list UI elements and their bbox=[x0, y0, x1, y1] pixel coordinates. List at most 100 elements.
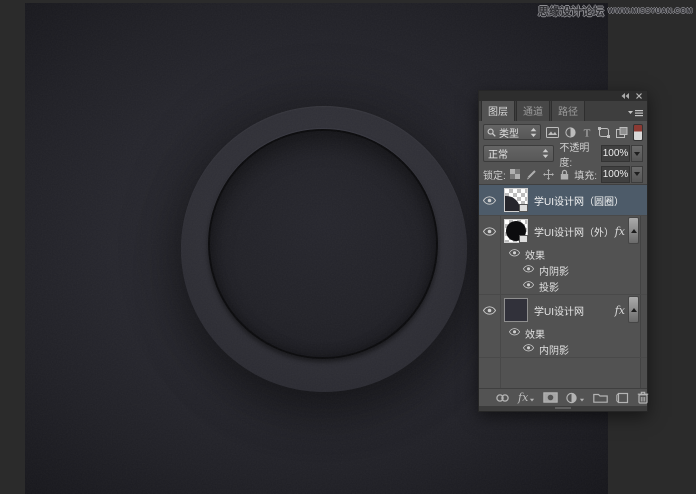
effect-visibility-toggle[interactable] bbox=[522, 344, 535, 355]
collapse-effects-button[interactable] bbox=[628, 217, 639, 244]
watermark: 思缘设计论坛 WWW.MISSYUAN.COM bbox=[538, 3, 693, 19]
effect-row[interactable]: 投影 bbox=[479, 278, 647, 294]
layer-list: 学UI设计网（圆圈） 学UI设计网（外） fx 效果 内阴影 投影 学UI设计网 fx 效果 内阴… bbox=[479, 184, 647, 388]
effects-label: 效果 bbox=[525, 329, 546, 341]
panel-tabs: 图层 通道 路径 bbox=[479, 100, 647, 121]
opacity-dropdown-button[interactable] bbox=[631, 145, 643, 162]
layer-group: 学UI设计网 fx 效果内阴影 bbox=[479, 295, 647, 358]
layer-group: 学UI设计网（圆圈） bbox=[479, 185, 647, 216]
smart-object-filter-icon[interactable] bbox=[616, 126, 628, 138]
effects-label: 效果 bbox=[525, 250, 546, 262]
eye-icon bbox=[508, 328, 521, 336]
shape-layer-filter-icon[interactable] bbox=[598, 126, 611, 138]
pixel-layer-filter-icon[interactable] bbox=[546, 126, 560, 138]
layers-panel: 图层 通道 路径 类型 T 正常 不透明度: 100% 锁定: 填充: 100%… bbox=[478, 90, 649, 412]
updown-arrows-icon bbox=[530, 127, 537, 137]
effect-name: 内阴影 bbox=[539, 345, 570, 357]
layer-row[interactable]: 学UI设计网（圆圈） bbox=[479, 185, 647, 215]
eye-icon bbox=[508, 249, 521, 257]
eye-icon bbox=[483, 305, 496, 315]
add-layer-style-icon[interactable]: fx bbox=[518, 392, 535, 403]
layer-visibility-toggle[interactable] bbox=[479, 185, 500, 215]
eye-icon bbox=[522, 265, 535, 273]
filter-kind-select[interactable]: 类型 bbox=[483, 124, 542, 140]
thumbnail-shape bbox=[505, 196, 520, 211]
layer-visibility-toggle[interactable] bbox=[479, 295, 500, 325]
lock-position-icon[interactable] bbox=[542, 168, 554, 180]
filter-kind-label: 类型 bbox=[499, 128, 519, 140]
fill-combo: 100% bbox=[601, 165, 643, 183]
opacity-value[interactable]: 100% bbox=[601, 145, 630, 162]
double-left-arrows-icon[interactable] bbox=[621, 93, 629, 99]
fill-value[interactable]: 100% bbox=[601, 165, 630, 183]
effects-visibility-toggle[interactable] bbox=[508, 328, 521, 339]
layer-thumbnail[interactable] bbox=[504, 219, 528, 243]
layer-row[interactable]: 学UI设计网（外） fx bbox=[479, 216, 647, 246]
tab-channels[interactable]: 通道 bbox=[516, 100, 550, 121]
effect-row[interactable]: 内阴影 bbox=[479, 262, 647, 278]
resize-grip bbox=[555, 407, 571, 409]
eye-icon bbox=[522, 281, 535, 289]
thumbnail-badge-icon bbox=[519, 235, 528, 243]
opacity-combo: 100% bbox=[601, 145, 643, 162]
panel-footer: fx bbox=[479, 388, 649, 406]
link-layers-icon[interactable] bbox=[495, 392, 510, 404]
search-icon bbox=[487, 128, 496, 137]
lock-pixels-icon[interactable] bbox=[526, 169, 537, 180]
updown-arrows-icon bbox=[543, 149, 549, 158]
eye-icon bbox=[483, 226, 496, 236]
layer-name[interactable]: 学UI设计网（圆圈） bbox=[534, 193, 624, 208]
layer-thumbnail[interactable] bbox=[504, 188, 528, 212]
delete-layer-icon[interactable] bbox=[637, 391, 649, 404]
fill-dropdown-button[interactable] bbox=[631, 165, 643, 183]
effect-visibility-toggle[interactable] bbox=[522, 265, 535, 276]
fx-badge: fx bbox=[614, 303, 625, 317]
new-layer-icon[interactable] bbox=[616, 392, 629, 404]
add-layer-mask-icon[interactable] bbox=[543, 392, 558, 403]
layer-thumbnail[interactable] bbox=[504, 298, 528, 322]
tab-layers[interactable]: 图层 bbox=[481, 100, 515, 121]
effect-name: 内阴影 bbox=[539, 266, 570, 278]
effect-row[interactable]: 内阴影 bbox=[479, 341, 647, 357]
eye-icon bbox=[522, 344, 535, 352]
eye-icon bbox=[483, 195, 496, 205]
knob-outer-circle bbox=[181, 106, 467, 392]
lock-all-icon[interactable] bbox=[560, 169, 569, 180]
blend-options-bar: 正常 不透明度: 100% bbox=[479, 143, 647, 169]
effect-visibility-toggle[interactable] bbox=[522, 281, 535, 292]
new-adjustment-layer-icon[interactable] bbox=[566, 392, 585, 404]
watermark-title: 思缘设计论坛 bbox=[538, 6, 604, 18]
fx-badge: fx bbox=[614, 224, 625, 238]
photoshop-workspace: 思缘设计论坛 WWW.MISSYUAN.COM 图层 通道 路径 类型 T 正常… bbox=[0, 0, 696, 494]
effects-visibility-toggle[interactable] bbox=[508, 249, 521, 260]
layer-visibility-toggle[interactable] bbox=[479, 216, 500, 246]
collapse-effects-button[interactable] bbox=[628, 296, 639, 323]
svg-text:T: T bbox=[584, 127, 591, 138]
layer-name[interactable]: 学UI设计网 bbox=[534, 303, 584, 318]
blend-mode-value: 正常 bbox=[488, 150, 508, 161]
fill-label: 填充: bbox=[574, 170, 597, 182]
layer-filtering-switch[interactable] bbox=[633, 123, 643, 141]
effects-header-row[interactable]: 效果 bbox=[479, 325, 647, 341]
lock-options-bar: 锁定: 填充: 100% bbox=[479, 164, 647, 184]
tab-paths[interactable]: 路径 bbox=[551, 100, 585, 121]
panel-resize-bar[interactable] bbox=[479, 406, 647, 411]
blend-mode-select[interactable]: 正常 bbox=[483, 145, 555, 162]
knob-inner-circle bbox=[208, 129, 438, 359]
close-icon[interactable] bbox=[636, 93, 642, 99]
panel-menu-icon[interactable] bbox=[628, 108, 643, 117]
layer-row[interactable]: 学UI设计网 fx bbox=[479, 295, 647, 325]
watermark-subtitle: WWW.MISSYUAN.COM bbox=[608, 7, 693, 15]
layer-group: 学UI设计网（外） fx 效果内阴影投影 bbox=[479, 216, 647, 295]
lock-buttons bbox=[509, 168, 569, 180]
filter-type-buttons: T bbox=[546, 126, 628, 138]
type-layer-filter-icon[interactable]: T bbox=[582, 127, 592, 138]
effects-header-row[interactable]: 效果 bbox=[479, 246, 647, 262]
thumbnail-badge-icon bbox=[519, 204, 528, 212]
new-group-icon[interactable] bbox=[593, 392, 609, 403]
lock-label: 锁定: bbox=[483, 170, 506, 182]
effect-name: 投影 bbox=[539, 282, 560, 294]
adjustment-layer-filter-icon[interactable] bbox=[565, 126, 576, 138]
lock-transparency-icon[interactable] bbox=[509, 169, 520, 179]
layer-name[interactable]: 学UI设计网（外） bbox=[534, 224, 614, 239]
